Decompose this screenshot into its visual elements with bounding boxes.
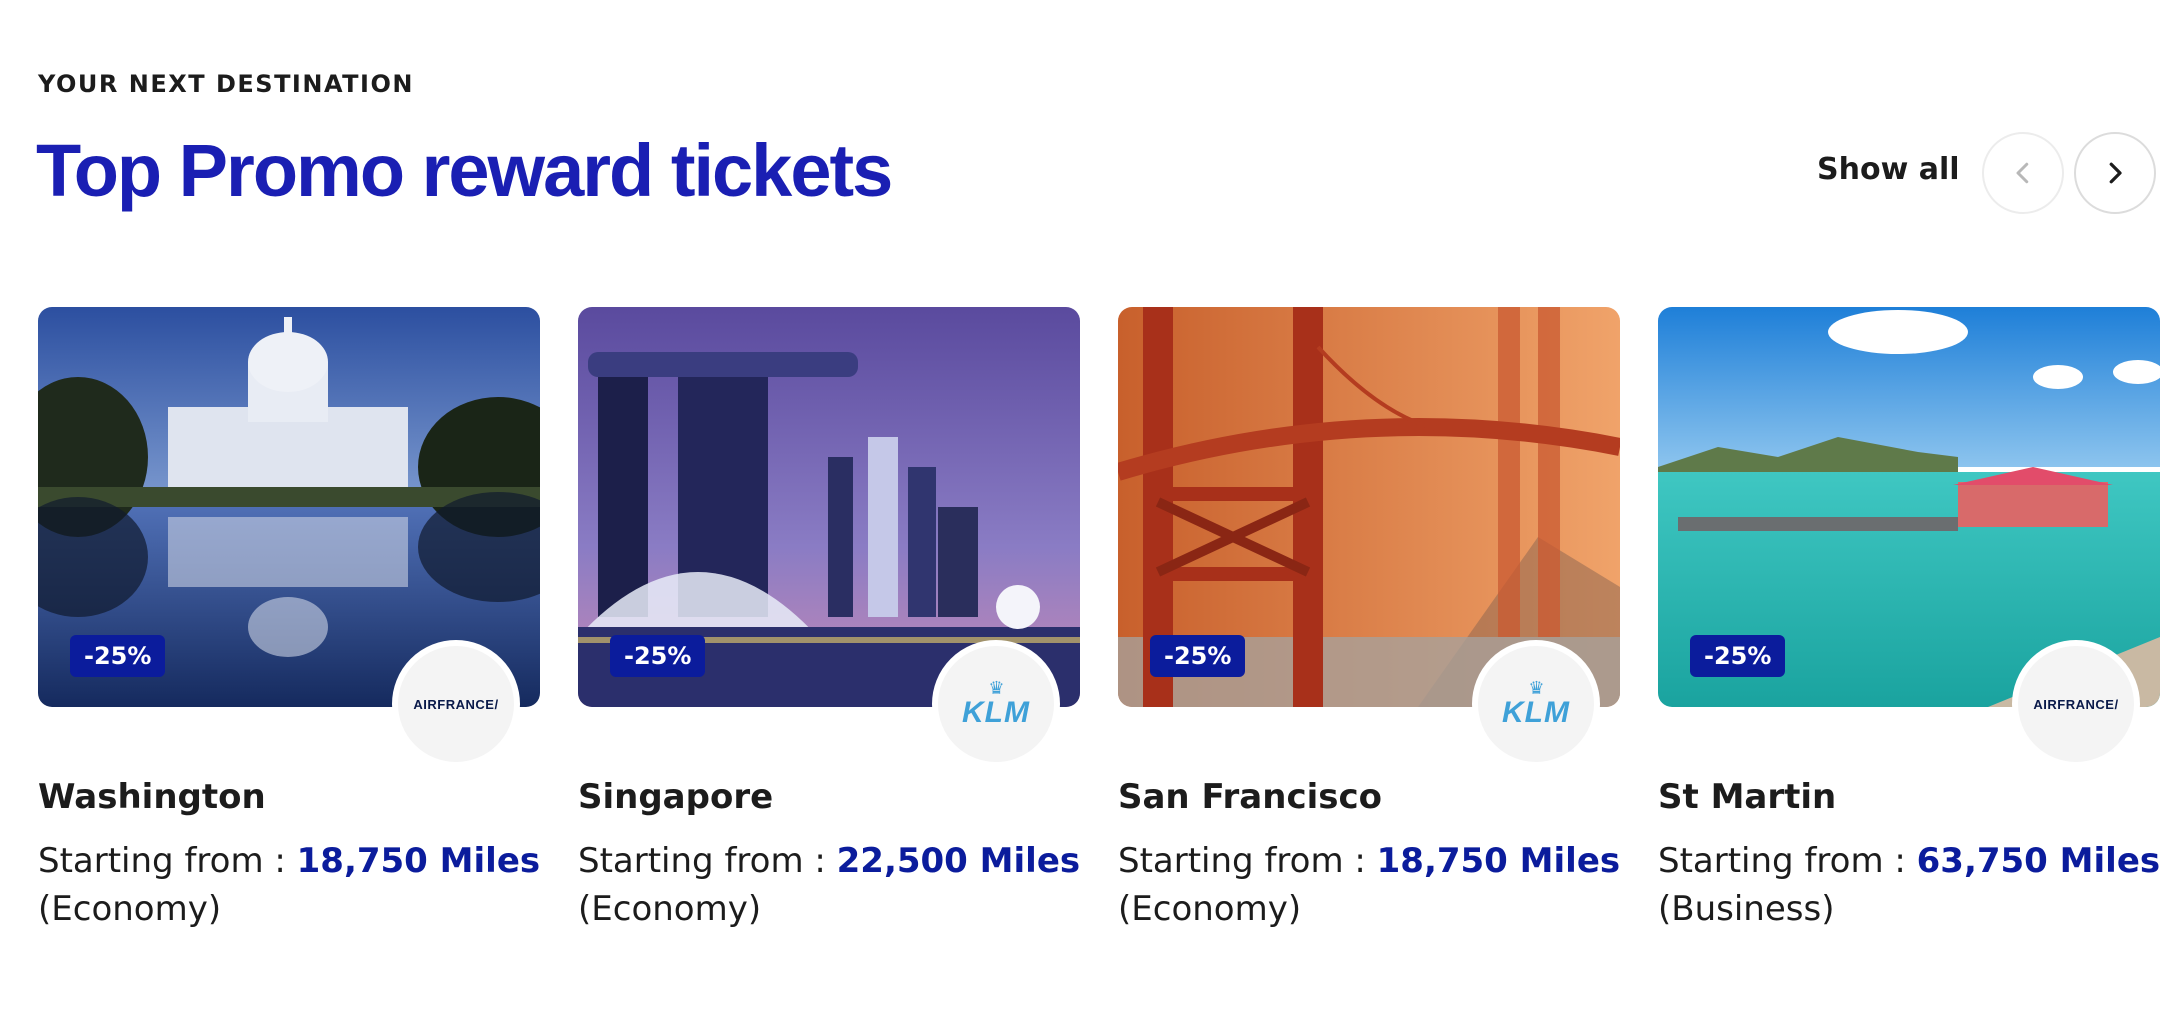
cabin-class: (Business) xyxy=(1658,889,1835,929)
promo-section: YOUR NEXT DESTINATION Top Promo reward t… xyxy=(0,0,2182,1036)
section-eyebrow: YOUR NEXT DESTINATION xyxy=(38,70,414,98)
carousel-next-button[interactable] xyxy=(2074,132,2156,214)
chevron-left-icon xyxy=(2016,162,2029,184)
promo-card-st-martin[interactable]: -25% AIRFRANCE / St Martin Starting from … xyxy=(1658,307,2160,947)
airfrance-slash-icon: / xyxy=(494,696,499,712)
price-line: Starting from : 63,750 Miles (Business) xyxy=(1658,837,2178,933)
discount-badge: -25% xyxy=(70,635,166,677)
airline-logo-text: KLM xyxy=(962,696,1030,729)
price-prefix: Starting from : xyxy=(1658,841,1906,881)
discount-badge: -25% xyxy=(1690,635,1786,677)
chevron-right-icon xyxy=(2109,162,2122,184)
price-line: Starting from : 22,500 Miles (Economy) xyxy=(578,837,1098,933)
cabin-class: (Economy) xyxy=(578,889,762,929)
price-line: Starting from : 18,750 Miles (Economy) xyxy=(38,837,558,933)
promo-card-san-francisco[interactable]: -25% ♛ KLM San Francisco Starting from :… xyxy=(1118,307,1620,947)
airfrance-logo: AIRFRANCE / xyxy=(392,640,520,768)
miles-value: 63,750 Miles xyxy=(1916,841,2161,881)
airfrance-logo: AIRFRANCE / xyxy=(2012,640,2140,768)
cabin-class: (Economy) xyxy=(38,889,222,929)
miles-value: 18,750 Miles xyxy=(296,841,541,881)
city-name: St Martin xyxy=(1658,777,1837,817)
price-prefix: Starting from : xyxy=(1118,841,1366,881)
airline-logo-text: AIRFRANCE xyxy=(413,696,495,712)
price-prefix: Starting from : xyxy=(578,841,826,881)
price-prefix: Starting from : xyxy=(38,841,286,881)
discount-badge: -25% xyxy=(1150,635,1246,677)
promo-card-washington[interactable]: -25% AIRFRANCE / Washington Starting from… xyxy=(38,307,540,947)
city-name: San Francisco xyxy=(1118,777,1382,817)
city-name: Washington xyxy=(38,777,266,817)
cabin-class: (Economy) xyxy=(1118,889,1302,929)
miles-value: 22,500 Miles xyxy=(836,841,1081,881)
airline-logo-text: AIRFRANCE xyxy=(2033,696,2115,712)
promo-card-singapore[interactable]: -25% ♛ KLM Singapore Starting from : 22,… xyxy=(578,307,1080,947)
klm-logo: ♛ KLM xyxy=(1472,640,1600,768)
miles-value: 18,750 Miles xyxy=(1376,841,1621,881)
city-name: Singapore xyxy=(578,777,774,817)
klm-logo: ♛ KLM xyxy=(932,640,1060,768)
airline-logo-text: KLM xyxy=(1502,696,1570,729)
carousel-prev-button[interactable] xyxy=(1982,132,2064,214)
airfrance-slash-icon: / xyxy=(2114,696,2119,712)
price-line: Starting from : 18,750 Miles (Economy) xyxy=(1118,837,1638,933)
discount-badge: -25% xyxy=(610,635,706,677)
show-all-link[interactable]: Show all xyxy=(1817,152,1960,187)
section-title: Top Promo reward tickets xyxy=(36,129,893,212)
